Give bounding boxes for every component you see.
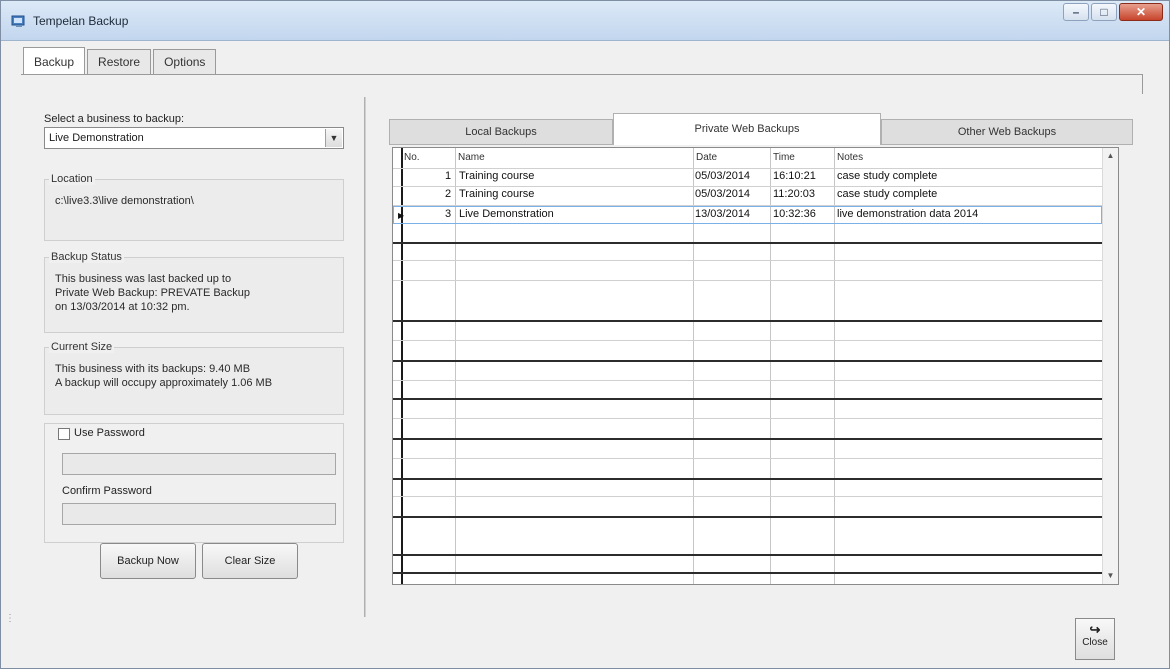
cell-no: 2 [445, 188, 452, 200]
tab-local-backups[interactable]: Local Backups [389, 119, 613, 145]
password-field[interactable] [62, 453, 336, 475]
cell-notes: live demonstration data 2014 [837, 208, 979, 220]
current-size-text: This business with its backups: 9.40 MB … [55, 362, 272, 390]
minimize-button[interactable]: – [1063, 3, 1089, 21]
header-divider [393, 168, 1102, 169]
confirm-password-field[interactable] [62, 503, 336, 525]
grid-line [393, 260, 1102, 261]
grid-line [393, 360, 1102, 362]
app-icon [11, 15, 25, 27]
grid-line [393, 398, 1102, 400]
business-select-value: Live Demonstration [49, 132, 144, 144]
cell-name: Training course [459, 170, 535, 182]
grid-line [393, 380, 1102, 381]
cell-date: 05/03/2014 [695, 170, 751, 182]
clear-size-button[interactable]: Clear Size [202, 543, 298, 579]
backup-status-line: Private Web Backup: PREVATE Backup [55, 287, 251, 299]
tab-panel-edge [1142, 74, 1143, 94]
tab-private-web-backups[interactable]: Private Web Backups [613, 113, 881, 145]
backup-location-tabs: Local Backups Private Web Backups Other … [389, 113, 1137, 145]
cell-name: Live Demonstration [459, 208, 554, 220]
grid-line [393, 458, 1102, 459]
cell-notes: case study complete [837, 188, 938, 200]
minimize-icon: – [1072, 5, 1080, 19]
location-path: c:\live3.3\live demonstration\ [55, 195, 194, 207]
backup-status-line: on 13/03/2014 at 10:32 pm. [55, 301, 190, 313]
grid-scrollbar[interactable]: ▲ ▼ [1102, 148, 1118, 584]
maximize-icon: □ [1100, 5, 1108, 19]
cell-date: 05/03/2014 [695, 188, 751, 200]
grid-line [393, 438, 1102, 440]
cell-time: 16:10:21 [773, 170, 816, 182]
backup-now-button[interactable]: Backup Now [100, 543, 196, 579]
grid-line [393, 242, 1102, 244]
grid-line [393, 320, 1102, 322]
backup-status-text: This business was last backed up to Priv… [55, 272, 250, 314]
column-header-no[interactable]: No. [401, 148, 420, 168]
backup-options-pane: Select a business to backup: Live Demons… [36, 97, 356, 617]
main-tabs: Backup Restore Options [23, 47, 218, 75]
backup-status-line: This business was last backed up to [55, 273, 232, 285]
confirm-password-label: Confirm Password [62, 485, 152, 497]
close-button[interactable]: ↪ Close [1075, 618, 1115, 660]
cell-date: 13/03/2014 [695, 208, 751, 220]
tab-options[interactable]: Options [153, 49, 217, 75]
grid-line [393, 496, 1102, 497]
window-controls: – □ ✕ [1061, 3, 1163, 23]
grid-line [393, 280, 1102, 281]
cell-notes: case study complete [837, 170, 938, 182]
location-group: Location c:\live3.3\live demonstration\ [44, 173, 344, 241]
select-business-label: Select a business to backup: [44, 113, 185, 125]
tab-other-web-backups[interactable]: Other Web Backups [881, 119, 1133, 145]
maximize-button[interactable]: □ [1091, 3, 1117, 21]
tab-backup[interactable]: Backup [23, 47, 86, 75]
use-password-label: Use Password [74, 427, 145, 439]
current-size-title: Current Size [49, 341, 115, 353]
app-window: Tempelan Backup – □ ✕ Backup Restore Opt… [0, 0, 1170, 669]
row-pointer-icon: ▶ [398, 211, 405, 220]
exit-icon: ↪ [1089, 622, 1101, 637]
pane-splitter[interactable] [364, 97, 366, 617]
grid-line [393, 418, 1102, 419]
title-bar: Tempelan Backup – □ ✕ [1, 1, 1169, 41]
cell-no: 1 [445, 170, 452, 182]
cell-name: Training course [459, 188, 535, 200]
close-icon: ✕ [1135, 5, 1147, 19]
column-header-name[interactable]: Name [455, 148, 485, 168]
use-password-checkbox[interactable] [58, 428, 70, 440]
column-header-date[interactable]: Date [693, 148, 717, 168]
cell-time: 10:32:36 [773, 208, 816, 220]
grid-line [393, 572, 1102, 574]
grid-line [393, 516, 1102, 518]
window-title: Tempelan Backup [33, 14, 129, 28]
scroll-up-icon[interactable]: ▲ [1103, 148, 1118, 164]
close-window-button[interactable]: ✕ [1119, 3, 1163, 21]
scroll-down-icon[interactable]: ▼ [1103, 568, 1118, 584]
grid-line [393, 478, 1102, 480]
password-group [44, 423, 344, 543]
grid-line [393, 554, 1102, 556]
current-size-line: A backup will occupy approximately 1.06 … [55, 377, 273, 389]
column-header-time[interactable]: Time [770, 148, 795, 168]
business-select[interactable]: Live Demonstration ▼ [44, 127, 344, 149]
column-header-notes[interactable]: Notes [834, 148, 863, 168]
backup-status-title: Backup Status [49, 251, 124, 263]
cell-time: 11:20:03 [773, 188, 816, 200]
location-title: Location [49, 173, 95, 185]
row-divider [393, 186, 1102, 187]
close-button-label: Close [1082, 637, 1108, 648]
chevron-down-icon[interactable]: ▼ [325, 129, 342, 147]
backup-status-group: Backup Status This business was last bac… [44, 251, 344, 333]
tab-restore[interactable]: Restore [87, 49, 152, 75]
grid-line [393, 340, 1102, 341]
current-size-line: This business with its backups: 9.40 MB [55, 363, 251, 375]
tab-panel-border [21, 74, 1143, 75]
backups-grid: No. Name Date Time Notes 1 Training cour… [392, 147, 1119, 585]
resize-grip-icon[interactable]: ⋮ [5, 613, 15, 624]
current-size-group: Current Size This business with its back… [44, 341, 344, 415]
cell-no: 3 [445, 208, 452, 220]
